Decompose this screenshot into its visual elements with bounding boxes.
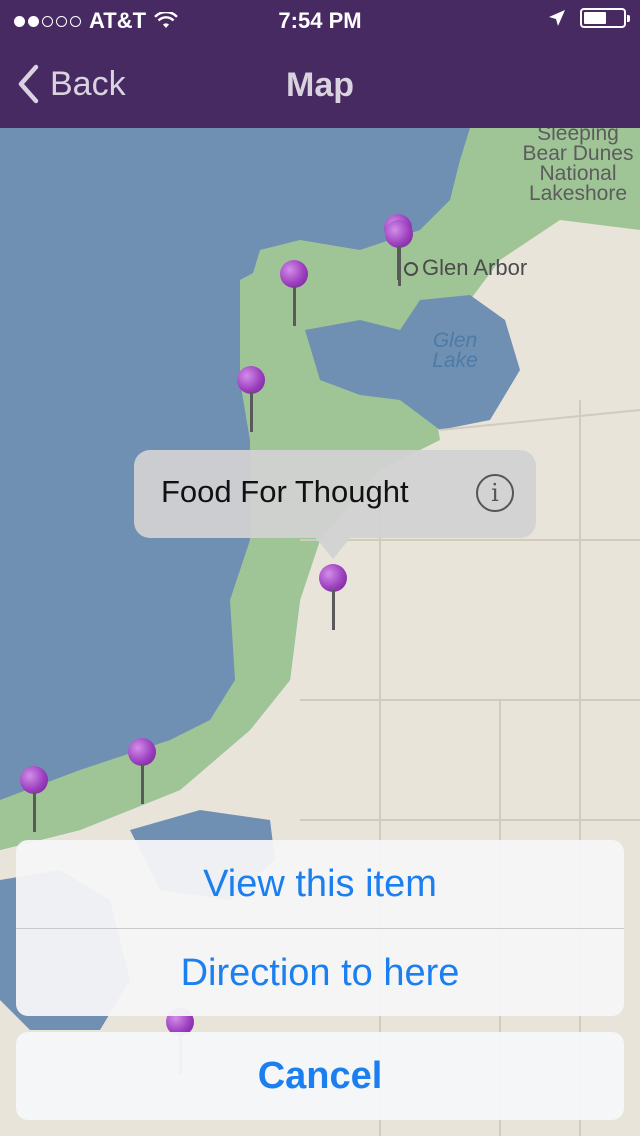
callout-title: Food For Thought bbox=[161, 474, 409, 509]
page-title: Map bbox=[286, 66, 354, 104]
map-pin-selected[interactable] bbox=[319, 564, 347, 634]
callout-pointer bbox=[315, 537, 351, 559]
action-sheet: View this item Direction to here bbox=[16, 840, 624, 1016]
pin-head-icon bbox=[280, 260, 308, 288]
map-pin[interactable] bbox=[280, 260, 308, 330]
directions-button[interactable]: Direction to here bbox=[16, 929, 624, 1016]
battery-icon bbox=[580, 8, 630, 28]
pin-head-icon bbox=[385, 220, 413, 248]
cancel-button[interactable]: Cancel bbox=[16, 1032, 624, 1120]
status-time: 7:54 PM bbox=[278, 8, 362, 33]
map-pin[interactable] bbox=[20, 766, 48, 836]
location-arrow-icon bbox=[549, 10, 565, 26]
park-label: Sleeping Bear Dunes National Lakeshore bbox=[522, 128, 634, 205]
map-callout[interactable]: Food For Thought i bbox=[134, 450, 536, 538]
view-item-button[interactable]: View this item bbox=[16, 840, 624, 928]
navigation-bar: Back Map bbox=[0, 40, 640, 128]
map-pin[interactable] bbox=[237, 366, 265, 436]
town-label-text: Glen Arbor bbox=[422, 255, 528, 280]
status-bar: AT&T 7:54 PM bbox=[0, 0, 640, 40]
map-pin[interactable] bbox=[385, 220, 413, 290]
pin-head-icon bbox=[237, 366, 265, 394]
lake-label: Glen Lake bbox=[432, 329, 478, 372]
map-pin[interactable] bbox=[128, 738, 156, 808]
pin-head-icon bbox=[128, 738, 156, 766]
pin-head-icon bbox=[319, 564, 347, 592]
cancel-group: Cancel bbox=[16, 1032, 624, 1120]
pin-head-icon bbox=[20, 766, 48, 794]
info-icon[interactable]: i bbox=[476, 474, 514, 512]
town-label: Glen Arbor bbox=[404, 255, 528, 280]
status-right bbox=[548, 8, 630, 28]
